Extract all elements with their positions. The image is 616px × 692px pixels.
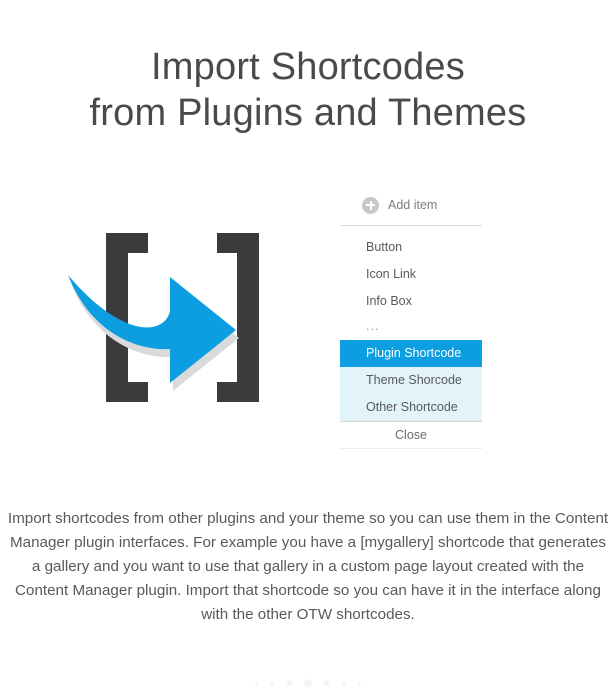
menu-item-info-box[interactable]: Info Box (340, 288, 482, 315)
pagination-dot[interactable] (286, 680, 292, 686)
right-bracket-icon (217, 233, 259, 402)
shortcode-menu-list: Button Icon Link Info Box ... Plugin Sho… (340, 234, 482, 421)
menu-item-button[interactable]: Button (340, 234, 482, 261)
pagination-dot[interactable] (255, 681, 258, 685)
shortcode-brackets-arrow-graphic (60, 225, 290, 410)
add-item-dropdown-panel[interactable]: Add item Button Icon Link Info Box ... P… (340, 190, 482, 449)
menu-item-icon-link[interactable]: Icon Link (340, 261, 482, 288)
plus-circle-icon (362, 196, 379, 214)
pagination-dots[interactable] (0, 676, 616, 690)
pagination-dot[interactable] (270, 681, 274, 685)
page-title: Import Shortcodes from Plugins and Theme… (0, 44, 616, 136)
page-title-line-1: Import Shortcodes (151, 46, 465, 88)
add-item-label: Add item (388, 198, 438, 212)
menu-item-plugin-shortcode[interactable]: Plugin Shortcode (340, 340, 482, 367)
close-button[interactable]: Close (340, 422, 482, 448)
panel-bottom-edge (340, 448, 482, 449)
page-title-line-2: from Plugins and Themes (89, 92, 527, 134)
panel-footer: Close (340, 421, 482, 448)
menu-item-theme-shortcode[interactable]: Theme Shorcode (340, 367, 482, 394)
pagination-dot[interactable] (342, 681, 346, 685)
blue-arrow-icon (68, 275, 236, 383)
menu-item-ellipsis[interactable]: ... (340, 315, 482, 340)
pagination-dot-active[interactable] (304, 679, 312, 687)
description-paragraph: Import shortcodes from other plugins and… (7, 510, 609, 624)
pagination-dot[interactable] (324, 680, 330, 686)
add-item-header[interactable]: Add item (340, 190, 482, 220)
menu-item-other-shortcode[interactable]: Other Shortcode (340, 394, 482, 421)
pagination-dot[interactable] (358, 681, 361, 685)
panel-divider (340, 225, 482, 226)
